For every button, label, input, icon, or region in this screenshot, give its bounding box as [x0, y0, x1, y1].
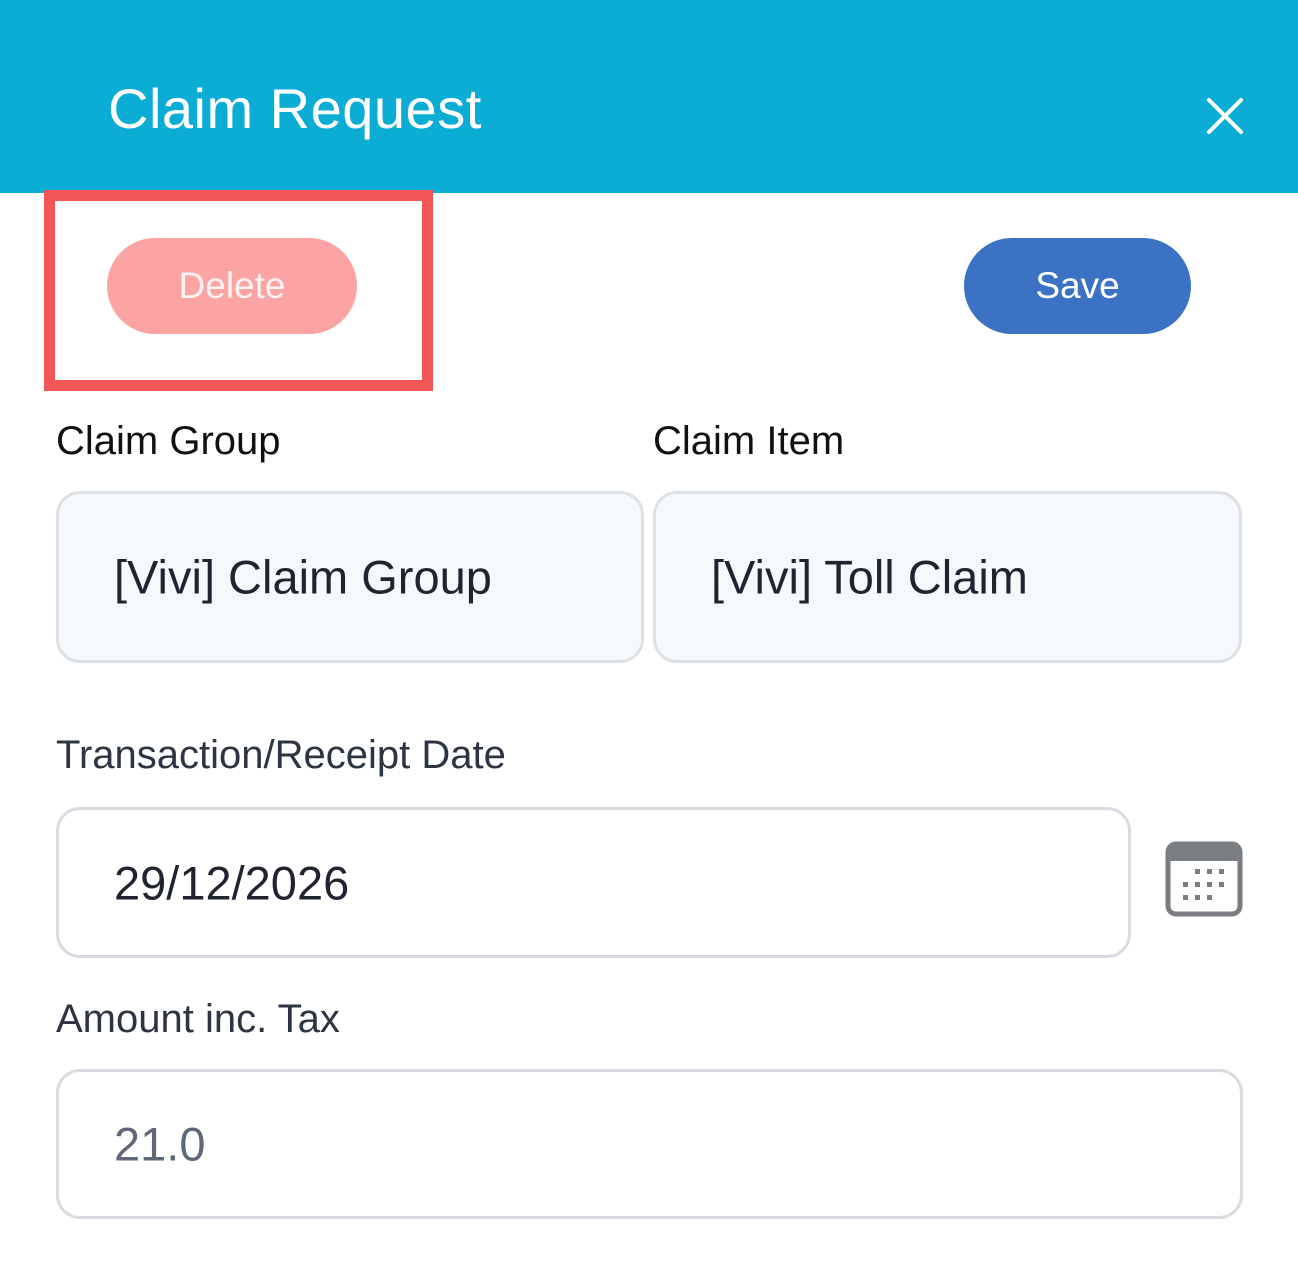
- delete-button[interactable]: Delete: [107, 238, 357, 334]
- dialog-title: Claim Request: [108, 77, 482, 140]
- save-button[interactable]: Save: [964, 238, 1191, 334]
- amount-label: Amount inc. Tax: [56, 997, 340, 1041]
- amount-value: 21.0: [114, 1117, 206, 1171]
- claim-group-value: [Vivi] Claim Group: [114, 550, 492, 604]
- calendar-button[interactable]: [1165, 841, 1243, 917]
- claim-item-label: Claim Item: [653, 419, 845, 463]
- transaction-date-value: 29/12/2026: [114, 856, 350, 909]
- claim-item-value: [Vivi] Toll Claim: [711, 550, 1028, 604]
- claim-group-field[interactable]: [Vivi] Claim Group: [56, 491, 644, 663]
- calendar-icon: [1165, 841, 1243, 917]
- claim-group-label: Claim Group: [56, 419, 281, 463]
- claim-item-field[interactable]: [Vivi] Toll Claim: [653, 491, 1242, 663]
- transaction-date-field[interactable]: 29/12/2026: [56, 807, 1131, 958]
- claim-request-dialog: Claim Request Delete Save Claim Group [V…: [0, 0, 1298, 1267]
- close-icon: [1207, 98, 1243, 134]
- transaction-date-label: Transaction/Receipt Date: [56, 733, 506, 777]
- dialog-header: Claim Request: [0, 0, 1298, 193]
- amount-field[interactable]: 21.0: [56, 1069, 1243, 1219]
- close-button[interactable]: [1195, 88, 1255, 148]
